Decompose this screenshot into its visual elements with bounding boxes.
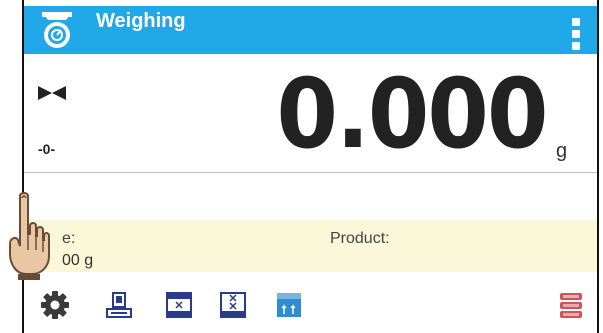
stack-form-2-icon[interactable] [218, 290, 248, 320]
weight-display: -0- 0.000 g [24, 54, 597, 172]
vertical-dots-icon[interactable] [572, 18, 582, 52]
database-icon[interactable] [556, 290, 586, 320]
scale-icon[interactable] [36, 8, 78, 52]
tare-value: 00 g [62, 252, 94, 269]
stack-form-icon[interactable] [164, 290, 194, 320]
info-panel[interactable]: e: 00 g Product: [24, 220, 597, 272]
stable-bowtie-icon [38, 86, 66, 100]
weight-unit[interactable]: g [556, 140, 567, 163]
zero-indicator: -0- [38, 141, 56, 157]
weight-value: 0.000 [276, 58, 549, 170]
gear-icon[interactable] [40, 290, 70, 320]
pointing-hand-icon [9, 192, 50, 280]
tare-label: e: [62, 230, 76, 247]
balance-screen: Weighing -0- 0.000 g e: 00 g Product: [24, 0, 597, 333]
header-bar: Weighing [24, 6, 597, 54]
sort-blocks-icon[interactable] [274, 290, 304, 320]
bottom-toolbar [24, 282, 597, 333]
product-label: Product: [330, 230, 390, 247]
divider [24, 172, 597, 173]
device-frame-right [597, 0, 599, 333]
tare-scale-icon[interactable] [104, 290, 134, 320]
page-title: Weighing [96, 10, 186, 32]
